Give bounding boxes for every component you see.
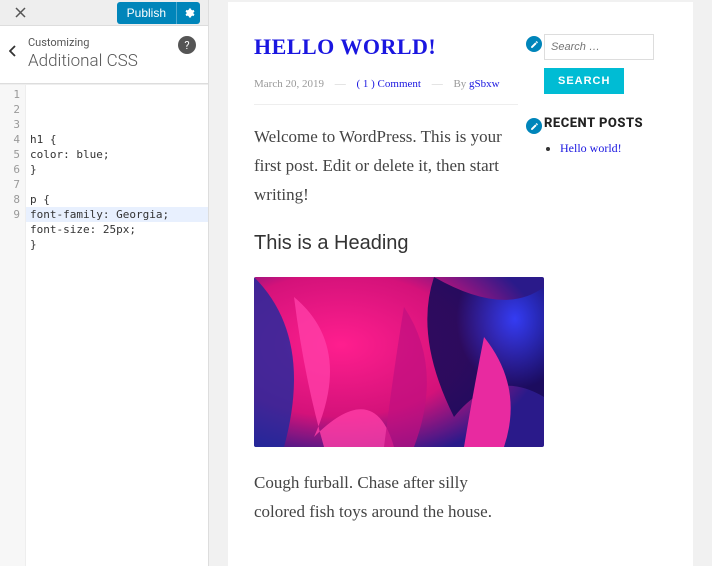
author-link[interactable]: gSbxw xyxy=(469,78,500,90)
recent-posts-widget: RECENT POSTS Hello world! xyxy=(544,116,654,156)
line-gutter: 123456789 xyxy=(0,85,26,566)
recent-post-link[interactable]: Hello world! xyxy=(560,141,622,155)
recent-posts-list: Hello world! xyxy=(544,141,654,156)
pencil-icon xyxy=(530,40,539,49)
search-widget: SEARCH xyxy=(544,34,654,94)
search-input[interactable] xyxy=(544,34,654,60)
widget-title: RECENT POSTS xyxy=(544,116,654,131)
settings-button[interactable] xyxy=(176,2,200,24)
meta-separator: — xyxy=(335,78,346,90)
comments-link[interactable]: ( 1 ) Comment xyxy=(356,78,420,90)
search-button[interactable]: SEARCH xyxy=(544,68,624,94)
post-heading: This is a Heading xyxy=(254,232,518,255)
customizer-topbar: Publish xyxy=(0,0,208,26)
back-button[interactable] xyxy=(4,36,22,66)
section-title: Additional CSS xyxy=(28,51,194,71)
customizer-panel: Publish Customizing Additional CSS ? 123… xyxy=(0,0,209,566)
edit-widget-button[interactable] xyxy=(526,118,542,134)
code-editor[interactable]: 123456789 h1 { color: blue; } p { font-f… xyxy=(0,84,208,566)
post-title[interactable]: HELLO WORLD! xyxy=(254,34,518,60)
customizing-label: Customizing xyxy=(28,36,194,49)
help-button[interactable]: ? xyxy=(178,36,196,54)
site-preview: HELLO WORLD! March 20, 2019 — ( 1 ) Comm… xyxy=(228,2,693,566)
list-item: Hello world! xyxy=(560,141,654,156)
close-button[interactable] xyxy=(0,0,40,26)
code-content: h1 { color: blue; } p { font-family: Geo… xyxy=(30,132,208,252)
preview-pane: HELLO WORLD! March 20, 2019 — ( 1 ) Comm… xyxy=(209,0,712,566)
site-sidebar: SEARCH RECENT POSTS Hello world! xyxy=(544,34,666,566)
post-date: March 20, 2019 xyxy=(254,78,324,90)
close-icon xyxy=(15,7,26,18)
pencil-icon xyxy=(530,122,539,131)
edit-widget-button[interactable] xyxy=(526,36,542,52)
by-label: By xyxy=(453,78,466,90)
gear-icon xyxy=(183,7,195,19)
publish-button[interactable]: Publish xyxy=(117,2,176,24)
post-content: HELLO WORLD! March 20, 2019 — ( 1 ) Comm… xyxy=(228,34,518,566)
section-header: Customizing Additional CSS ? xyxy=(0,26,208,84)
chevron-left-icon xyxy=(9,45,17,57)
post-image xyxy=(254,277,544,447)
meta-separator: — xyxy=(432,78,443,90)
post-paragraph: Welcome to WordPress. This is your first… xyxy=(254,123,518,210)
post-meta: March 20, 2019 — ( 1 ) Comment — By gSbx… xyxy=(254,78,518,105)
post-paragraph: Cough furball. Chase after silly colored… xyxy=(254,469,518,527)
